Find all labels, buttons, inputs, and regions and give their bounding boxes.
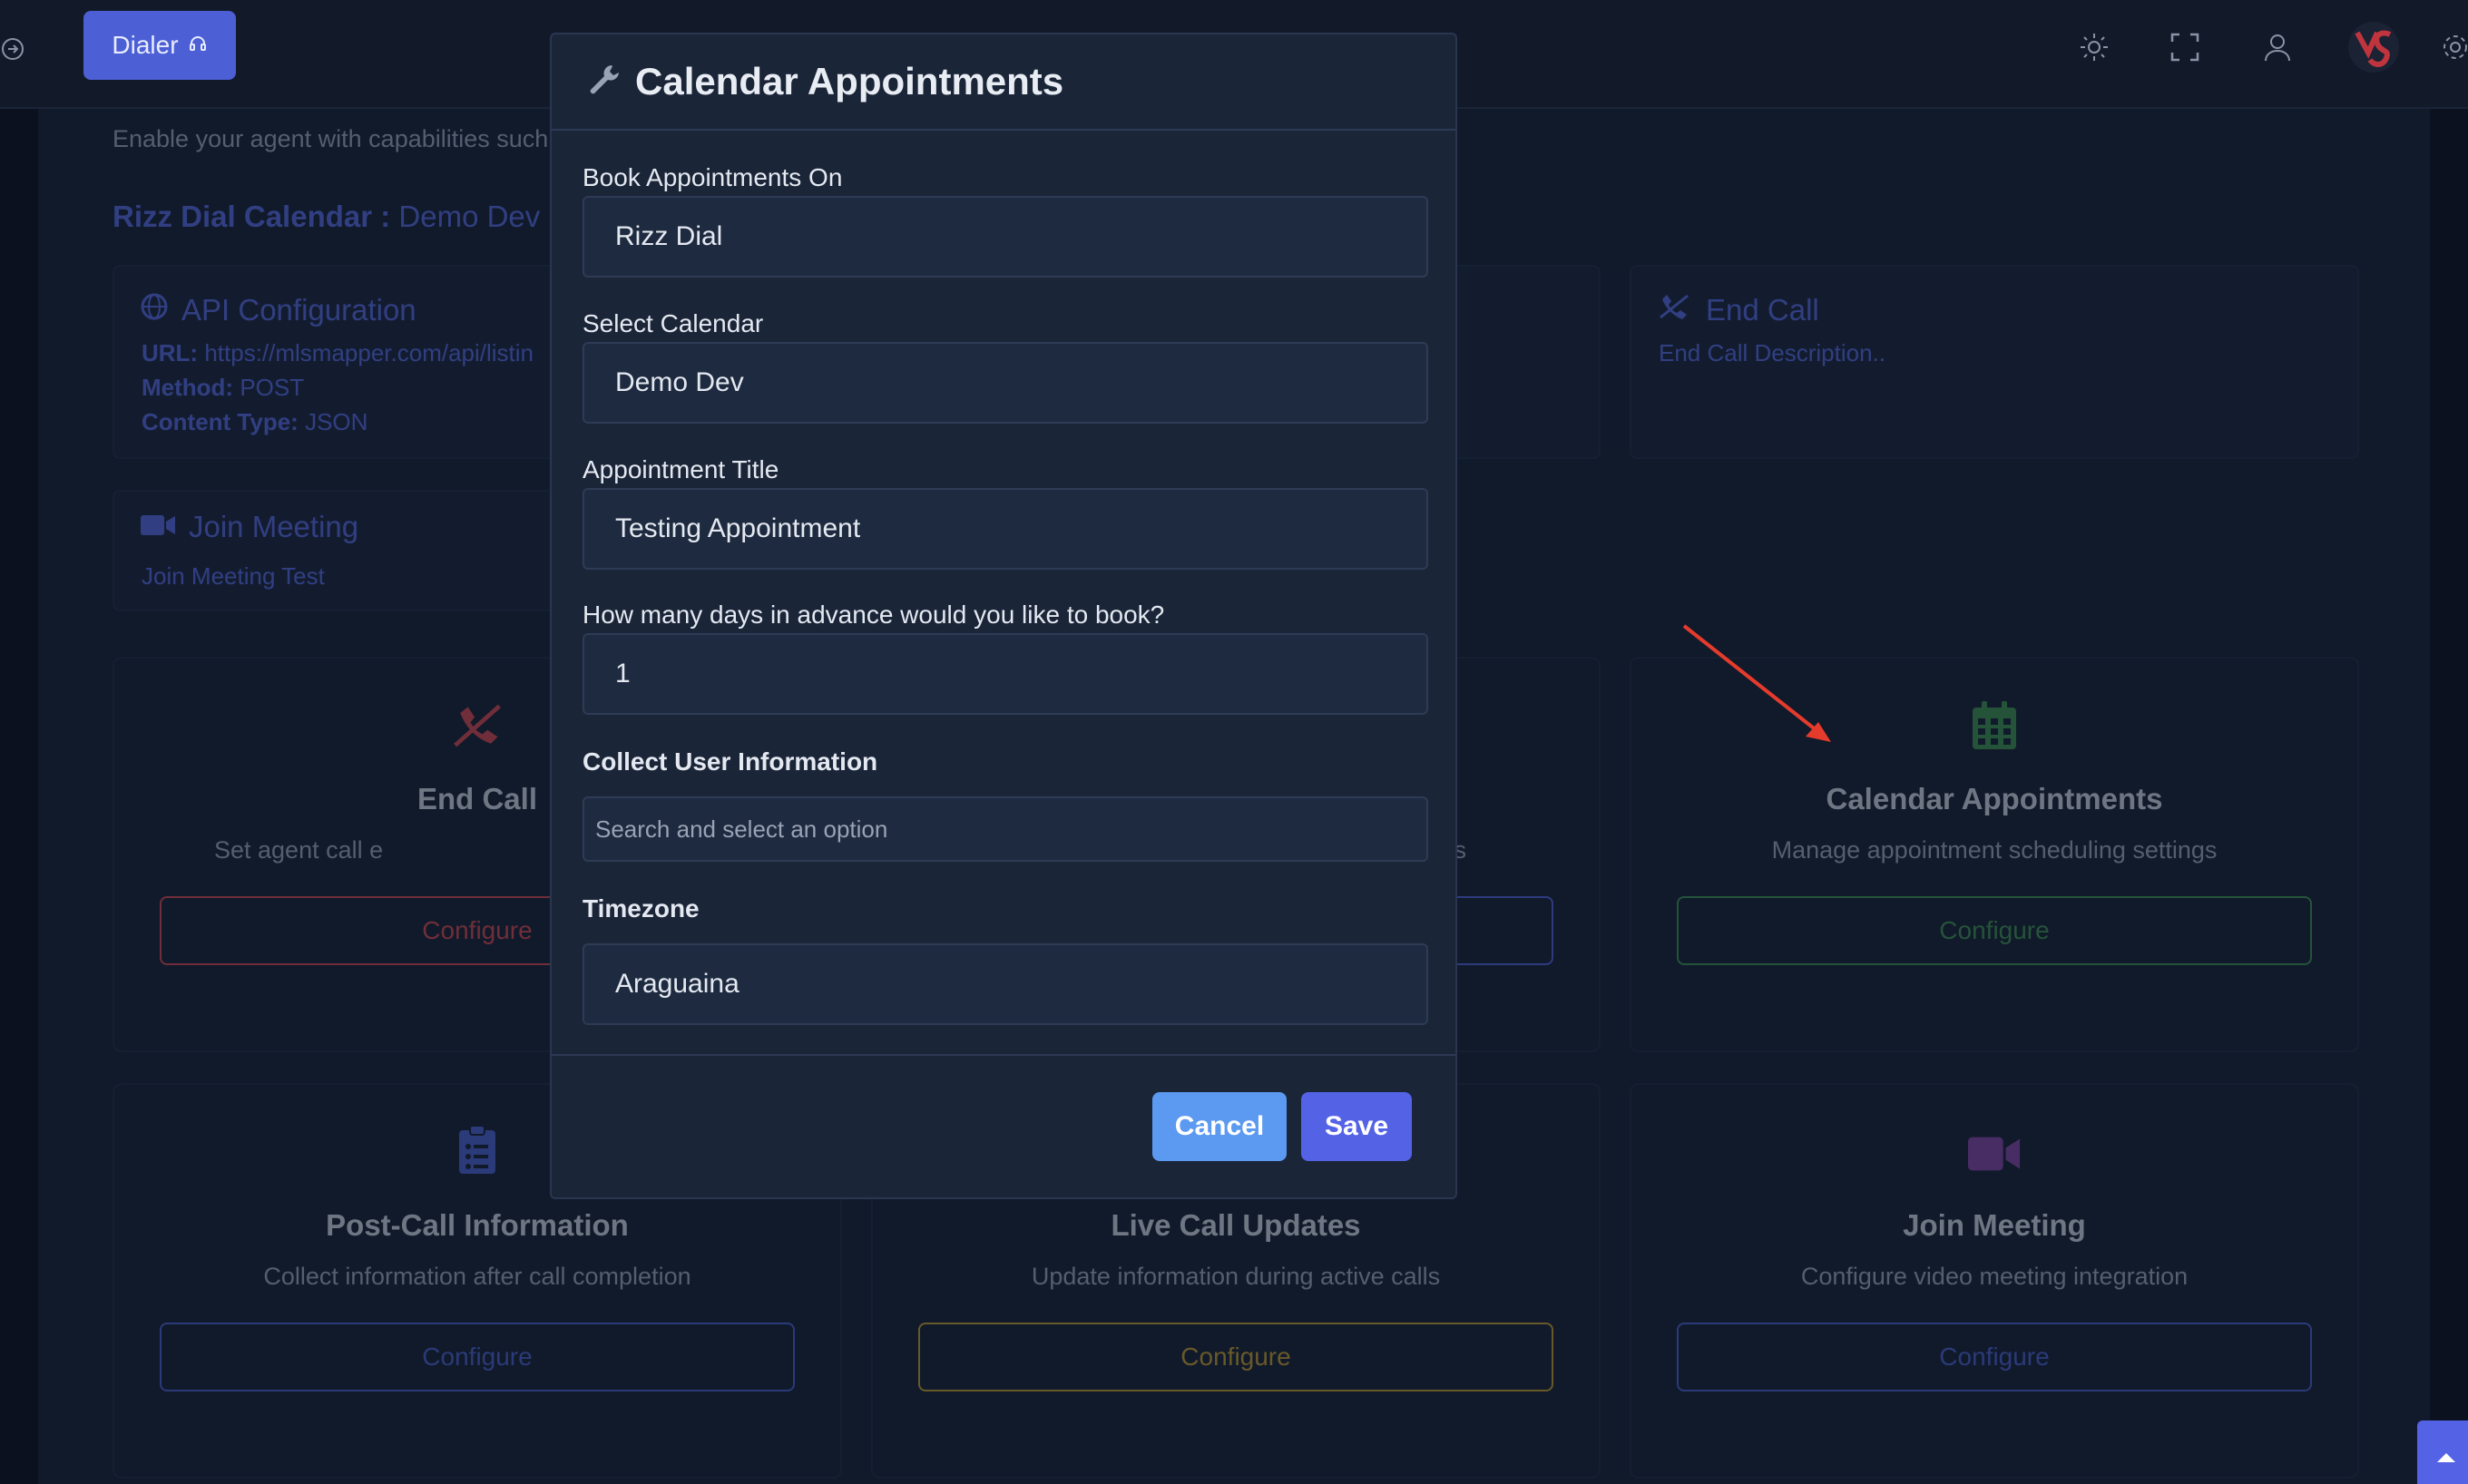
end-call-info-title: End Call [1657,292,1819,328]
api-content-type-line: Content Type: JSON [142,408,367,436]
url-value: https://mlsmapper.com/api/listin [204,339,534,366]
tool-card-title: Post-Call Information [326,1208,629,1242]
sun-icon[interactable] [2076,29,2112,65]
calendar-icon [1967,698,2022,753]
join-meeting-info-title: Join Meeting [140,510,358,544]
collect-user-information-label: Collect User Information [583,747,878,776]
calendar-heading: Rizz Dial Calendar : Demo Dev [113,200,540,234]
content-type-value: JSON [305,408,368,435]
tool-card-title: Calendar Appointments [1826,782,2163,815]
headset-icon [188,31,208,60]
tool-card-title: Live Call Updates [1111,1208,1361,1242]
select-calendar-label: Select Calendar [583,309,764,337]
video-icon [1967,1127,2022,1181]
end-call-info-card[interactable]: End Call End Call Description.. [1630,265,2359,459]
red-arrow-annotation [1682,624,1831,742]
calendar-heading-value: Demo Dev [398,200,541,233]
modal-title: Calendar Appointments [635,60,1064,103]
phone-off-icon [450,698,504,753]
clipboard-list-icon [450,1123,504,1177]
end-call-info-description: End Call Description.. [1659,339,1885,366]
days-advance-label: How many days in advance would you like … [583,600,1165,629]
join-meeting-info-card[interactable]: Join Meeting Join Meeting Test [113,490,593,611]
exit-icon[interactable] [0,36,25,62]
join-meeting-info-description: Join Meeting Test [142,562,325,590]
dialer-label: Dialer [112,31,179,59]
method-value: POST [240,374,305,401]
collect-user-information-search[interactable]: Search and select an option [583,796,1428,862]
content-type-label: Content Type: [142,408,299,435]
url-label: URL: [142,339,199,366]
configure-button[interactable]: Configure [1677,1323,2312,1391]
join-meeting-tool-card[interactable]: Join Meeting Configure video meeting int… [1630,1083,2359,1479]
user-icon[interactable] [2259,29,2296,65]
dialer-button[interactable]: Dialer [83,11,236,80]
tool-card-description: Manage appointment scheduling settings [1771,836,2218,864]
tool-card-description: Configure video meeting integration [1800,1263,2189,1290]
modal-header: Calendar Appointments [552,34,1455,131]
scroll-to-top-button[interactable] [2417,1421,2468,1484]
tool-card-description: Update information during active calls [1031,1263,1441,1290]
tool-card-description: Collect information after call completio… [263,1263,691,1290]
configure-button[interactable]: Configure [918,1323,1553,1391]
api-card-title-text: API Configuration [181,293,416,327]
save-button[interactable]: Save [1301,1092,1412,1161]
modal-footer-divider [552,1054,1455,1056]
book-appointments-on-label: Book Appointments On [583,163,843,191]
configure-button[interactable]: Configure [1677,896,2312,965]
timezone-label: Timezone [583,894,700,923]
video-icon [140,510,176,544]
api-method-line: Method: POST [142,374,304,402]
appointment-title-input[interactable]: Testing Appointment [583,488,1428,570]
method-label: Method: [142,374,234,401]
wrench-icon [586,62,622,103]
appointment-title-label: Appointment Title [583,455,779,483]
calendar-appointments-modal: Calendar Appointments Book Appointments … [550,33,1457,1199]
join-meeting-info-title-text: Join Meeting [189,510,359,543]
api-configuration-card[interactable]: API Configuration URL: https://mlsmapper… [113,265,593,459]
tool-card-title: Join Meeting [1903,1208,2086,1242]
page-subtext: Enable your agent with capabilities such [113,125,549,152]
avatar[interactable] [2345,18,2403,76]
timezone-select[interactable]: Araguaina [583,943,1428,1025]
days-advance-input[interactable]: 1 [583,633,1428,715]
globe-icon [140,292,169,328]
cancel-button[interactable]: Cancel [1152,1092,1287,1161]
end-call-info-title-text: End Call [1706,293,1819,327]
api-card-title: API Configuration [140,292,416,328]
gear-icon[interactable] [2437,29,2468,65]
chevron-up-icon [2437,1453,2455,1462]
select-calendar-select[interactable]: Demo Dev [583,342,1428,424]
fullscreen-icon[interactable] [2167,29,2203,65]
phone-off-icon [1657,292,1693,328]
api-url-line: URL: https://mlsmapper.com/api/listin [142,339,534,367]
book-appointments-on-select[interactable]: Rizz Dial [583,196,1428,278]
configure-button[interactable]: Configure [160,1323,795,1391]
calendar-heading-label: Rizz Dial Calendar : [113,200,391,233]
